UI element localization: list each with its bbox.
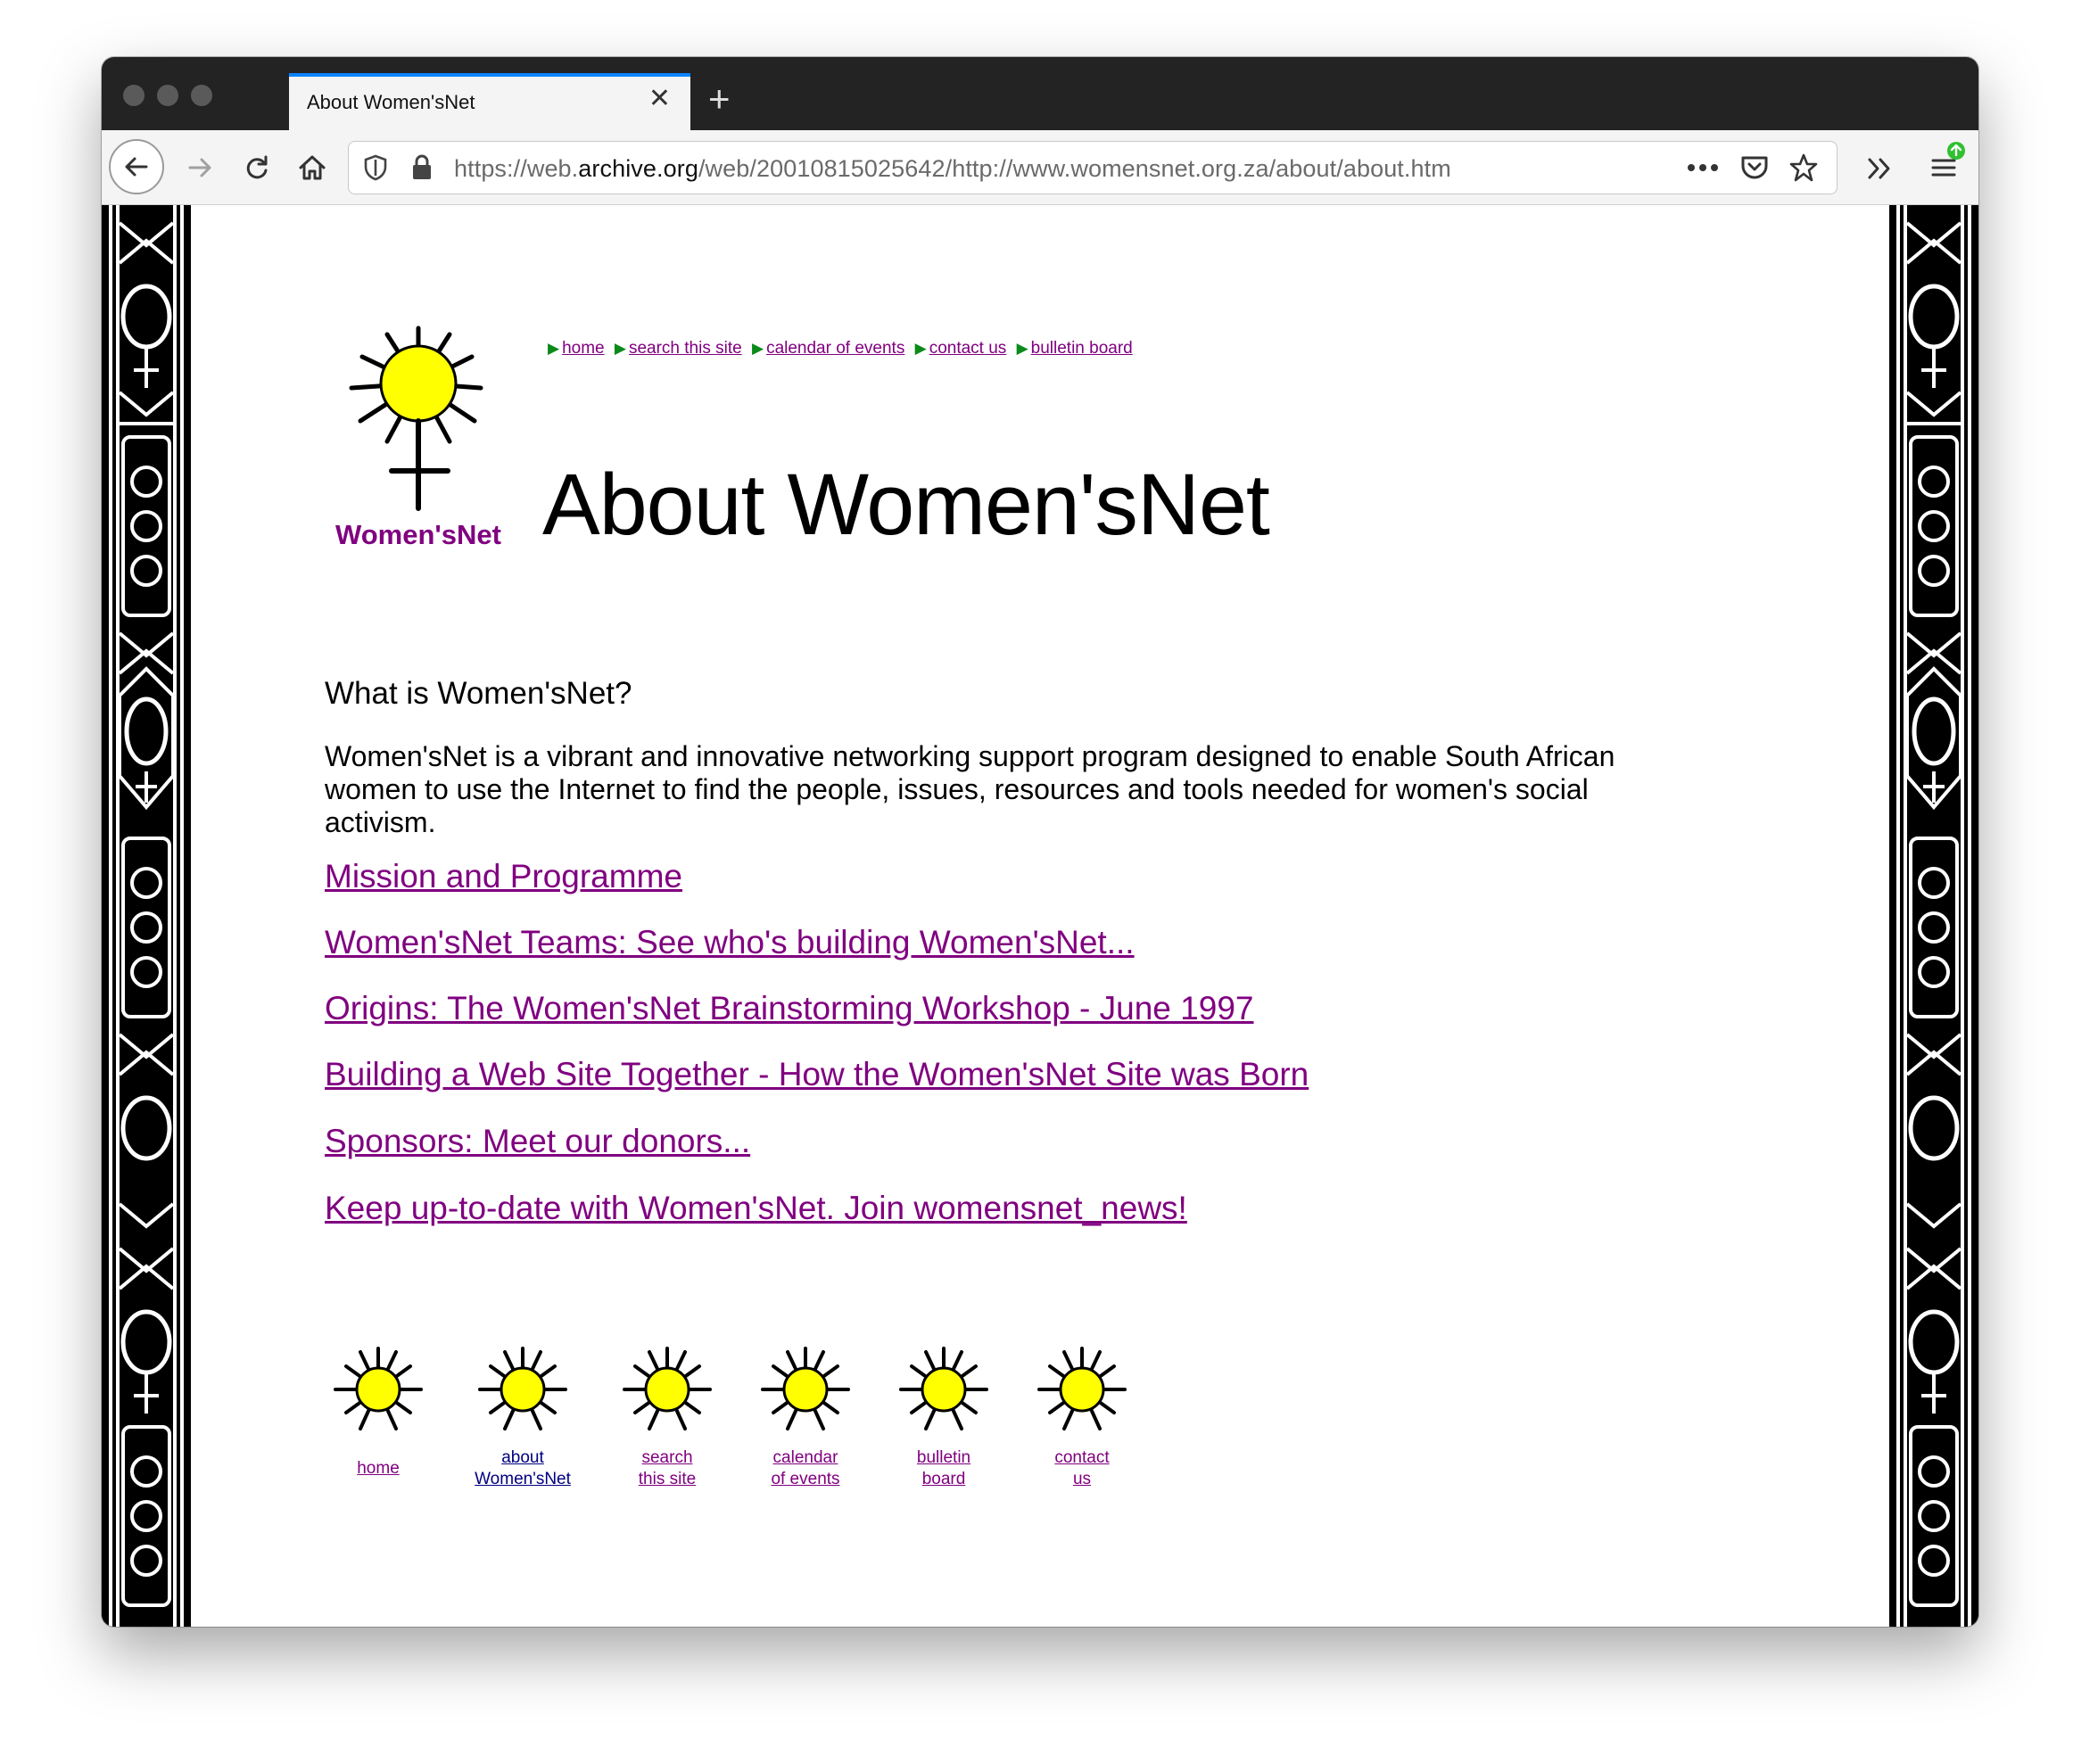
reload-button[interactable] (234, 144, 280, 191)
tab-active[interactable]: About Women'sNet ✕ (289, 73, 690, 130)
tab-title: About Women'sNet (307, 91, 475, 113)
top-navigation: ▶ home ▶ search this site ▶ calendar of eve… (542, 339, 1133, 359)
nav-link-home[interactable]: home (562, 339, 605, 358)
bottom-nav-search[interactable]: search this site (605, 1347, 730, 1490)
link-teams[interactable]: Women'sNet Teams: See who's building Wom… (325, 924, 1135, 961)
bottom-nav-label-line1: contact (1054, 1448, 1110, 1467)
zoom-window-button[interactable] (191, 85, 212, 106)
close-window-button[interactable] (123, 85, 145, 106)
sun-icon (623, 1347, 712, 1430)
bottom-nav-label-line1: calendar (772, 1448, 838, 1467)
bottom-nav-label-line1: bulletin (916, 1448, 971, 1467)
womensnet-logo[interactable]: Women'sNet (325, 321, 512, 553)
bottom-nav-label-line1: home (357, 1459, 400, 1478)
nav-arrow-icon: ▶ (548, 340, 560, 357)
bottom-nav-label: home (316, 1458, 441, 1480)
sun-icon (478, 1347, 567, 1430)
nav-link-contact[interactable]: contact us (929, 339, 1007, 358)
link-sponsors[interactable]: Sponsors: Meet our donors... (325, 1123, 750, 1160)
bottom-nav-label-line2: us (1072, 1470, 1092, 1488)
bottom-nav-label-line2: Women'sNet (475, 1470, 571, 1488)
tab-bar: About Women'sNet ✕ + (102, 57, 1978, 130)
bottom-nav-bulletin[interactable]: bulletin board (881, 1347, 1006, 1490)
lock-icon[interactable] (411, 154, 433, 181)
section-question: What is Women'sNet? (325, 676, 632, 711)
shield-icon[interactable] (363, 154, 388, 181)
bottom-nav-about[interactable]: about Women'sNet (460, 1347, 585, 1490)
back-arrow-icon (125, 157, 148, 177)
bookmark-star-icon[interactable] (1788, 152, 1819, 183)
bottom-nav-label: about Women'sNet (460, 1447, 585, 1490)
bottom-nav-label-line2: this site (638, 1470, 697, 1488)
nav-link-calendar[interactable]: calendar of events (766, 339, 904, 358)
intro-paragraph: Women'sNet is a vibrant and innovative n… (325, 740, 1615, 838)
nav-link-bulletin[interactable]: bulletin board (1031, 339, 1133, 358)
link-newsletter[interactable]: Keep up-to-date with Women'sNet. Join wo… (325, 1190, 1187, 1227)
nav-arrow-icon: ▶ (751, 340, 764, 357)
bottom-nav-calendar[interactable]: calendar of events (743, 1347, 868, 1490)
bottom-nav-label: search this site (605, 1447, 730, 1490)
bottom-nav-label: contact us (1020, 1447, 1144, 1490)
sun-icon (1037, 1347, 1127, 1430)
nav-arrow-icon: ▶ (614, 340, 626, 357)
page-viewport: Women'sNet ▶ home ▶ search this site ▶ cale… (102, 205, 1978, 1627)
link-origins[interactable]: Origins: The Women'sNet Brainstorming Wo… (325, 990, 1253, 1027)
nav-arrow-icon: ▶ (914, 340, 927, 357)
minimize-window-button[interactable] (157, 85, 178, 106)
forward-arrow-icon (188, 158, 211, 177)
url-text[interactable]: https://web.archive.org/web/200108150256… (454, 155, 1451, 183)
sun-icon (334, 1347, 423, 1430)
url-path: /web/20010815025642/http://www.womensnet… (698, 155, 1451, 182)
close-tab-icon[interactable]: ✕ (648, 86, 671, 112)
browser-window: About Women'sNet ✕ + https://web.archive… (102, 57, 1978, 1627)
bottom-nav-label-line1: search (641, 1448, 693, 1467)
overflow-chevrons-icon[interactable] (1866, 157, 1893, 180)
bottom-nav-label-line1: about (501, 1448, 544, 1467)
page-actions-icon[interactable] (1687, 163, 1719, 172)
bottom-nav-label-line2: board (921, 1470, 966, 1488)
page-title: About Women'sNet (542, 456, 1270, 553)
url-domain: archive.org (578, 155, 698, 182)
forward-button[interactable] (177, 144, 223, 191)
nav-arrow-icon: ▶ (1016, 340, 1028, 357)
new-tab-button[interactable]: + (708, 80, 731, 118)
bottom-nav-label: bulletin board (881, 1447, 1006, 1490)
logo-text: Women'sNet (335, 519, 501, 550)
reload-icon (246, 155, 268, 179)
bottom-nav-label-line2: of events (771, 1470, 840, 1488)
home-button[interactable] (289, 144, 335, 191)
link-mission[interactable]: Mission and Programme (325, 858, 682, 895)
sun-icon (761, 1347, 850, 1430)
address-bar[interactable]: https://web.archive.org/web/200108150256… (348, 141, 1838, 194)
bottom-nav-home[interactable]: home (316, 1347, 441, 1480)
web-page: Women'sNet ▶ home ▶ search this site ▶ cale… (102, 205, 1978, 1627)
bottom-nav-label: calendar of events (743, 1447, 868, 1490)
bottom-nav-contact[interactable]: contact us (1020, 1347, 1144, 1490)
url-prefix: https://web. (454, 155, 579, 182)
update-badge-icon (1947, 142, 1965, 160)
pocket-icon[interactable] (1740, 154, 1769, 181)
home-icon (299, 155, 326, 180)
link-building-site[interactable]: Building a Web Site Together - How the W… (325, 1056, 1309, 1093)
sun-icon (899, 1347, 988, 1430)
back-button[interactable] (109, 139, 164, 194)
nav-toolbar: https://web.archive.org/web/200108150256… (102, 130, 1978, 205)
sun-symbol-icon (349, 326, 483, 511)
nav-link-search[interactable]: search this site (629, 339, 742, 358)
